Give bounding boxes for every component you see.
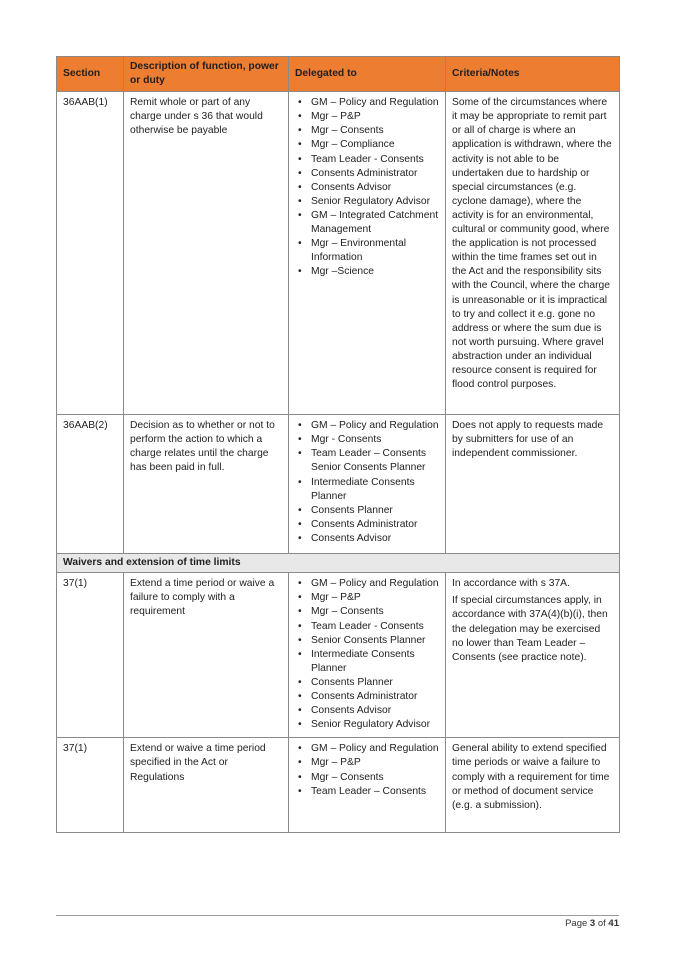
cell-criteria-notes: In accordance with s 37A. If special circ… — [445, 572, 620, 739]
table-row: 36AAB(1) Remit whole or part of any charg… — [56, 91, 620, 416]
header-description: Description of function, power or duty — [123, 55, 289, 93]
note-paragraph: In accordance with s 37A. — [452, 578, 570, 590]
note-paragraph: Some of the circumstances where it may b… — [452, 97, 612, 391]
delegate-list-item: Consents Planner — [298, 504, 439, 518]
delegate-list-item: Consents Administrator — [298, 518, 439, 532]
delegate-list-item: Mgr – Environmental Information — [298, 237, 439, 265]
delegate-list-item: Senior Regulatory Advisor — [298, 718, 439, 732]
delegate-list-item: Mgr - Consents — [298, 433, 439, 447]
delegate-list: GM – Policy and RegulationMgr - Consents… — [295, 419, 439, 546]
note-paragraph: General ability to extend specified time… — [452, 743, 610, 811]
cell-section: 37(1) — [56, 737, 124, 834]
header-criteria-notes: Criteria/Notes — [445, 55, 620, 93]
page-total: 41 — [608, 918, 619, 929]
cell-section: 36AAB(1) — [56, 91, 124, 416]
delegate-list-item: Mgr – Consents — [298, 771, 439, 785]
delegate-list-item: Intermediate Consents Planner — [298, 648, 439, 676]
delegate-list-item: Consents Advisor — [298, 532, 439, 546]
delegate-list-item: GM – Policy and Regulation — [298, 419, 439, 433]
cell-criteria-notes: General ability to extend specified time… — [445, 737, 620, 834]
delegate-list-item: Consents Administrator — [298, 690, 439, 704]
delegate-list-item: Mgr – Consents — [298, 124, 439, 138]
delegate-list-item: Mgr – Compliance — [298, 138, 439, 152]
delegate-list-item: Team Leader – Consents — [298, 785, 439, 799]
delegate-list-item: Mgr – P&P — [298, 110, 439, 124]
delegate-list-item: Consents Planner — [298, 676, 439, 690]
page-current: 3 — [589, 918, 596, 929]
delegate-list-item: Senior Consents Planner — [298, 634, 439, 648]
cell-description: Extend or waive a time period specified … — [123, 737, 289, 834]
of-label: of — [597, 918, 606, 929]
cell-section: 36AAB(2) — [56, 414, 124, 555]
note-paragraph: Does not apply to requests made by submi… — [452, 420, 604, 460]
delegate-list-item: Mgr – P&P — [298, 591, 439, 605]
table-row: 37(1) Extend or waive a time period speci… — [56, 737, 620, 834]
header-delegated-to: Delegated to — [288, 55, 446, 93]
cell-description: Remit whole or part of any charge under … — [123, 91, 289, 416]
delegate-list-item: Consents Administrator — [298, 167, 439, 181]
delegate-list: GM – Policy and RegulationMgr – P&PMgr –… — [295, 577, 439, 732]
delegate-list: GM – Policy and RegulationMgr – P&PMgr –… — [295, 742, 439, 798]
delegate-list: GM – Policy and RegulationMgr – P&PMgr –… — [295, 96, 439, 279]
delegate-list-item: GM – Integrated Catchment Management — [298, 209, 439, 237]
section-heading-row: Waivers and extension of time limits — [56, 553, 620, 574]
cell-description: Extend a time period or waive a failure … — [123, 572, 289, 739]
delegations-table-container: Section Description of function, power o… — [56, 55, 620, 834]
delegate-list-item: GM – Policy and Regulation — [298, 96, 439, 110]
delegate-list-item: Mgr –Science — [298, 265, 439, 279]
cell-section: 37(1) — [56, 572, 124, 739]
cell-delegated-to: GM – Policy and RegulationMgr – P&PMgr –… — [288, 91, 446, 416]
table-header-row: Section Description of function, power o… — [56, 55, 620, 93]
header-section: Section — [56, 55, 124, 93]
cell-delegated-to: GM – Policy and RegulationMgr – P&PMgr –… — [288, 737, 446, 834]
delegate-list-item: Team Leader - Consents — [298, 153, 439, 167]
cell-description: Decision as to whether or not to perform… — [123, 414, 289, 555]
cell-criteria-notes: Does not apply to requests made by submi… — [445, 414, 620, 555]
page-label: Page — [565, 918, 588, 929]
delegate-list-item: GM – Policy and Regulation — [298, 742, 439, 756]
note-paragraph: If special circumstances apply, in accor… — [452, 595, 608, 663]
cell-delegated-to: GM – Policy and RegulationMgr - Consents… — [288, 414, 446, 555]
delegate-list-item: Intermediate Consents Planner — [298, 476, 439, 504]
page-number: Page 3 of 41 — [565, 918, 619, 929]
delegate-list-item: Team Leader – Consents Senior Consents P… — [298, 447, 439, 475]
delegate-list-item: GM – Policy and Regulation — [298, 577, 439, 591]
delegate-list-item: Consents Advisor — [298, 704, 439, 718]
delegate-list-item: Consents Advisor — [298, 181, 439, 195]
cell-delegated-to: GM – Policy and RegulationMgr – P&PMgr –… — [288, 572, 446, 739]
delegate-list-item: Mgr – P&P — [298, 756, 439, 770]
delegations-table: Section Description of function, power o… — [56, 55, 620, 834]
cell-criteria-notes: Some of the circumstances where it may b… — [445, 91, 620, 416]
delegate-list-item: Team Leader - Consents — [298, 620, 439, 634]
section-heading: Waivers and extension of time limits — [56, 553, 620, 574]
table-row: 36AAB(2) Decision as to whether or not to… — [56, 414, 620, 555]
delegate-list-item: Mgr – Consents — [298, 605, 439, 619]
footer-divider — [56, 915, 619, 916]
delegate-list-item: Senior Regulatory Advisor — [298, 195, 439, 209]
table-row: 37(1) Extend a time period or waive a fai… — [56, 572, 620, 739]
